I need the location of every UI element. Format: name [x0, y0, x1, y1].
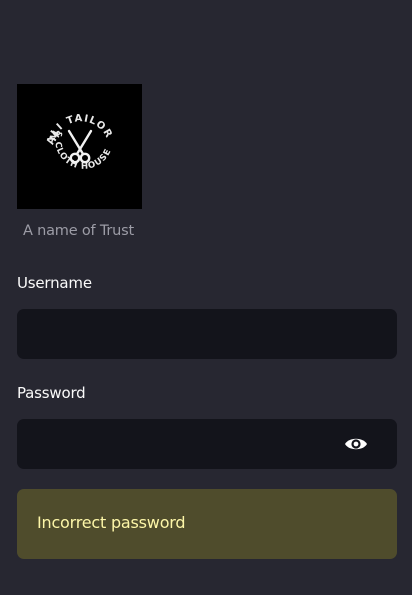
- eye-icon: [345, 438, 367, 450]
- username-field-container: [17, 309, 397, 359]
- error-alert: Incorrect password: [17, 489, 397, 559]
- username-label: Username: [17, 274, 92, 292]
- logo: ALI TAILOR & CLOTH HOUSE M: [17, 84, 142, 209]
- toggle-password-visibility-button[interactable]: [343, 434, 369, 454]
- username-field[interactable]: [17, 309, 397, 359]
- error-message: Incorrect password: [37, 513, 186, 532]
- scissors-icon: [67, 129, 93, 164]
- window-corner-mark: ⌃: [388, 0, 398, 1]
- password-field-container: [17, 419, 397, 469]
- password-field[interactable]: [17, 419, 397, 469]
- logo-image: ALI TAILOR & CLOTH HOUSE M: [45, 113, 113, 172]
- password-label: Password: [17, 384, 86, 402]
- tagline: A name of Trust: [23, 223, 134, 239]
